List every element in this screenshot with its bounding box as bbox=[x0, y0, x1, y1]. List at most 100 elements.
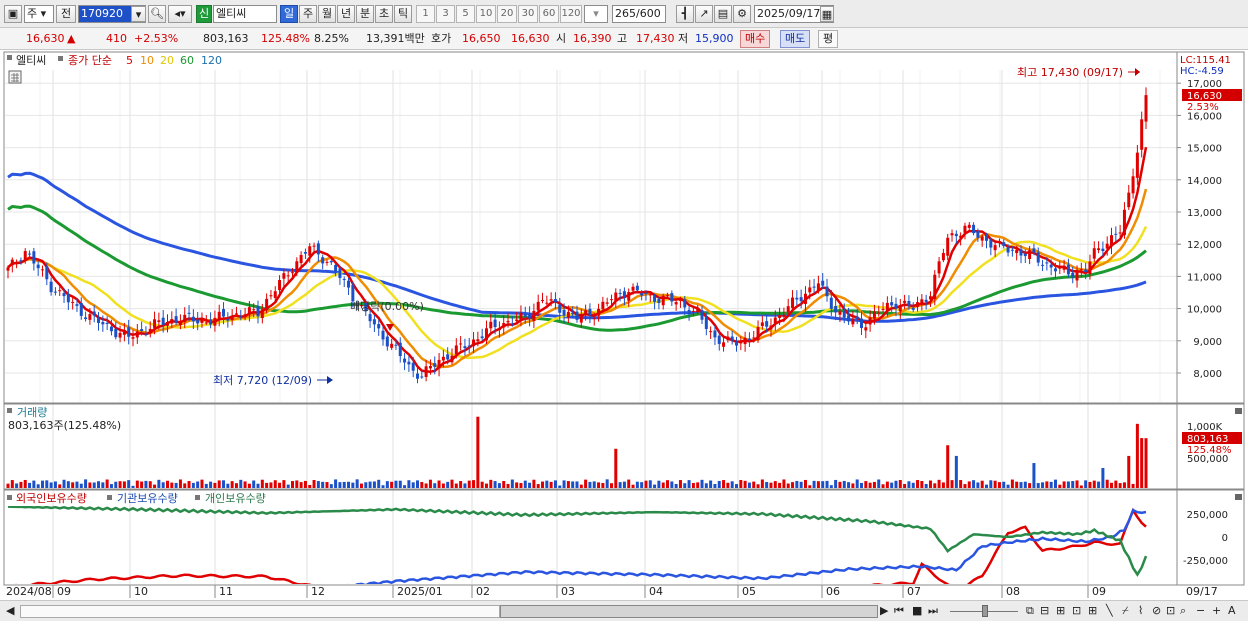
font-size-icon[interactable]: A bbox=[1228, 604, 1236, 617]
chart-canvas[interactable]: 엘티씨 종가 단순 5 10 20 60 120 최고 17,430 (09/1… bbox=[0, 51, 1248, 600]
volume-bar bbox=[519, 483, 523, 488]
candle-body bbox=[898, 305, 902, 312]
scroll-right-icon[interactable]: ▶ bbox=[880, 604, 888, 617]
period-minute[interactable]: 분 bbox=[356, 5, 374, 23]
holder-menu-icon[interactable] bbox=[7, 495, 12, 500]
average-button[interactable]: 평 bbox=[818, 30, 839, 48]
save-icon[interactable]: ▤ bbox=[714, 5, 732, 23]
interval-dropdown-icon[interactable]: ▾ bbox=[584, 5, 608, 23]
count-input[interactable]: 265/600 bbox=[612, 5, 666, 23]
buy-button[interactable]: 매수 bbox=[740, 30, 771, 48]
zoom-out-icon[interactable]: − bbox=[1196, 604, 1205, 617]
tool-icon-3[interactable]: ⌇ bbox=[1138, 604, 1143, 617]
volume-bar bbox=[291, 481, 294, 488]
scroll-track[interactable] bbox=[20, 605, 500, 618]
volume-summary: 803,163주(125.48%) bbox=[8, 419, 121, 432]
scroll-thumb[interactable] bbox=[500, 605, 878, 618]
price-tick-label: 8,000 bbox=[1193, 369, 1222, 380]
volume-bar bbox=[696, 482, 700, 488]
layout-icon-2[interactable]: ⊟ bbox=[1040, 604, 1049, 617]
drawing-tool-icon[interactable]: ↗ bbox=[695, 5, 713, 23]
prev-button[interactable]: 전 bbox=[56, 5, 76, 23]
candle-body bbox=[411, 362, 415, 371]
candle-body bbox=[687, 309, 691, 315]
price-panel-border bbox=[3, 51, 1245, 404]
interval-60[interactable]: 60 bbox=[539, 5, 559, 23]
period-month[interactable]: 월 bbox=[318, 5, 336, 23]
candle-body bbox=[890, 302, 894, 306]
scroll-left-icon[interactable]: ◀ bbox=[6, 604, 14, 617]
period-tick[interactable]: 틱 bbox=[394, 5, 412, 23]
interval-120[interactable]: 120 bbox=[560, 5, 582, 23]
sell-button[interactable]: 매도 bbox=[780, 30, 811, 48]
stock-name-field[interactable]: 엘티씨 bbox=[213, 5, 277, 23]
candle-body bbox=[28, 253, 32, 255]
volume-bar bbox=[256, 483, 260, 488]
candle-body bbox=[967, 224, 971, 228]
rewind-icon[interactable]: ⏮ bbox=[894, 604, 904, 618]
tool-icon-4[interactable]: ⊘ bbox=[1152, 604, 1161, 617]
zoom-search-icon[interactable]: ⌕ bbox=[1180, 604, 1186, 618]
period-day[interactable]: 일 bbox=[280, 5, 298, 23]
panel-menu-icon[interactable] bbox=[7, 55, 12, 60]
x-tick-label: 11 bbox=[219, 585, 233, 598]
interval-10[interactable]: 10 bbox=[476, 5, 496, 23]
volume-bar bbox=[528, 482, 532, 488]
candle-body bbox=[338, 268, 342, 279]
candle-body bbox=[247, 307, 251, 315]
candle-body bbox=[325, 261, 329, 263]
window-icon[interactable]: ▣ bbox=[4, 5, 22, 23]
volume-bar bbox=[394, 480, 398, 488]
speaker-icon[interactable]: ◂▾ bbox=[168, 5, 192, 23]
interval-1[interactable]: 1 bbox=[416, 5, 435, 23]
volume-bar bbox=[683, 483, 687, 488]
tool-icon-5[interactable]: ⊡ bbox=[1166, 604, 1175, 617]
volume-bar bbox=[234, 483, 238, 488]
period-week[interactable]: 주 bbox=[299, 5, 317, 23]
tool-icon-1[interactable]: ╲ bbox=[1106, 604, 1113, 617]
volume-bar bbox=[812, 480, 816, 488]
candle-body bbox=[273, 291, 277, 298]
period-year[interactable]: 년 bbox=[337, 5, 355, 23]
zoom-slider-handle[interactable] bbox=[982, 605, 988, 617]
holder-close-icon[interactable] bbox=[1235, 494, 1242, 500]
candle-body bbox=[1084, 269, 1088, 273]
volume-bar bbox=[1032, 463, 1036, 488]
layout-icon-4[interactable]: ⊡ bbox=[1072, 604, 1081, 617]
candle-body bbox=[15, 261, 19, 263]
interval-3[interactable]: 3 bbox=[436, 5, 455, 23]
volume-menu-icon[interactable] bbox=[7, 408, 12, 413]
stop-icon[interactable]: ■ bbox=[912, 604, 922, 617]
zoom-in-icon[interactable]: + bbox=[1212, 604, 1221, 617]
volume-close-icon[interactable] bbox=[1235, 408, 1242, 414]
price-tick-label: 9,000 bbox=[1193, 337, 1222, 348]
interval-5[interactable]: 5 bbox=[456, 5, 475, 23]
layout-icon-3[interactable]: ⊞ bbox=[1056, 604, 1065, 617]
volume-bar bbox=[661, 482, 665, 488]
volume-bar bbox=[825, 480, 829, 488]
forward-icon[interactable]: ⏭ bbox=[928, 604, 938, 618]
open-label: 시 bbox=[556, 32, 567, 45]
interval-20[interactable]: 20 bbox=[497, 5, 517, 23]
layout-icon-5[interactable]: ⊞ bbox=[1088, 604, 1097, 617]
code-dropdown-icon[interactable]: ▾ bbox=[131, 6, 146, 22]
volume-bar bbox=[911, 482, 915, 488]
layout-icon-1[interactable]: ⧉ bbox=[1026, 604, 1034, 618]
period-second[interactable]: 초 bbox=[375, 5, 393, 23]
calendar-icon[interactable]: ▦ bbox=[820, 6, 834, 22]
candle-body bbox=[571, 312, 575, 315]
interval-30[interactable]: 30 bbox=[518, 5, 538, 23]
volume-bar bbox=[640, 482, 644, 488]
candle-body bbox=[321, 257, 325, 264]
market-select[interactable]: 주 ▾ bbox=[24, 5, 54, 23]
indicator-menu-icon[interactable] bbox=[58, 56, 63, 61]
price-tick-label: 10,000 bbox=[1187, 305, 1222, 316]
candle-body bbox=[907, 300, 911, 306]
gear-icon[interactable]: ⚙ bbox=[733, 5, 751, 23]
search-icon[interactable]: 🔍︎ bbox=[148, 5, 166, 23]
candle-type-icon[interactable]: ┫ bbox=[676, 5, 694, 23]
volume-bar bbox=[756, 484, 760, 488]
candle-body bbox=[295, 261, 299, 273]
candle-body bbox=[131, 337, 135, 339]
tool-icon-2[interactable]: ⌿ bbox=[1122, 604, 1129, 618]
